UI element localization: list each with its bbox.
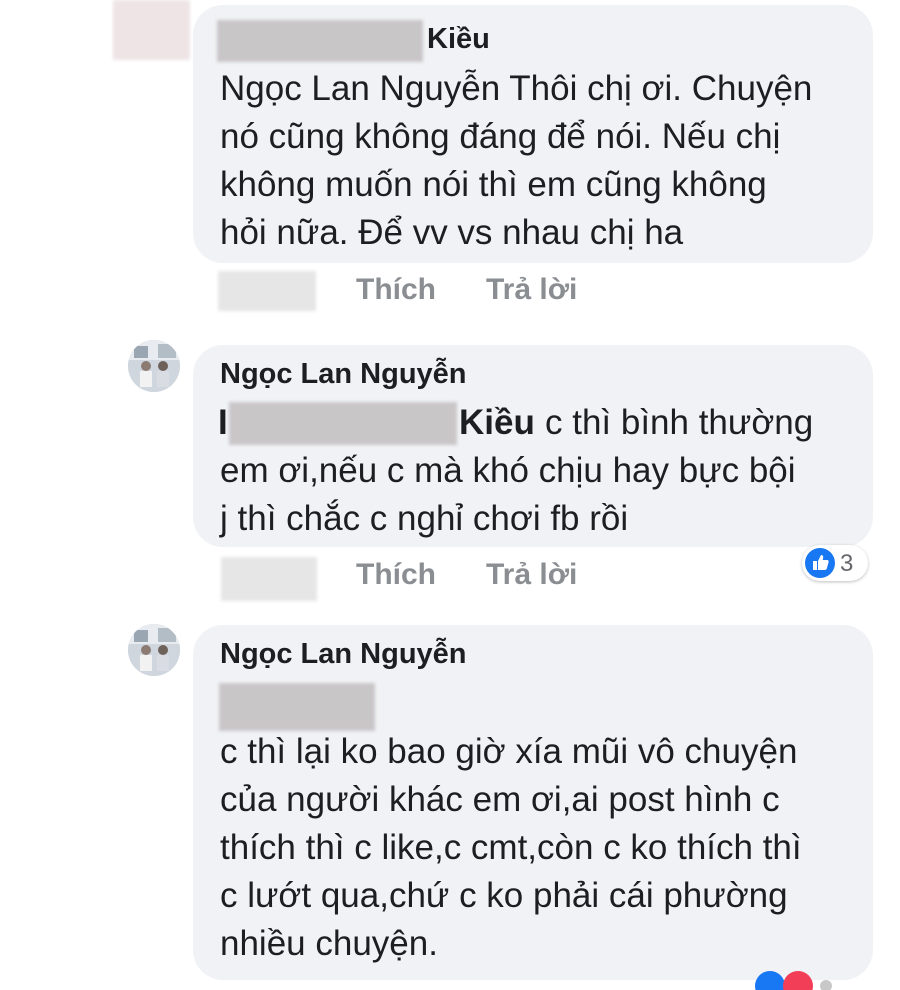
comment-text-line: nhiều chuyện.	[220, 924, 438, 963]
like-reaction-icon	[805, 548, 835, 578]
reply-link[interactable]: Trả lời	[486, 558, 577, 592]
blurred-avatar	[113, 0, 190, 60]
reaction-count: 3	[840, 550, 854, 577]
comment-text-line: Ngọc Lan Nguyễn Thôi chị ơi. Chuyện	[220, 69, 813, 108]
redacted-timestamp	[218, 271, 316, 311]
like-link[interactable]: Thích	[356, 273, 436, 307]
redacted-mention-name	[229, 402, 457, 445]
comment-text-line: không muốn nói thì em cũng không	[220, 165, 767, 204]
comment-author[interactable]: Ngọc Lan Nguyễn	[220, 638, 467, 671]
comment-text-line: hỏi nữa. Để vv vs nhau chị ha	[220, 213, 684, 252]
comment-text-line: em ơi,nếu c mà khó chịu hay bực bội	[220, 451, 796, 490]
comment-text-line: c thì lại ko bao giờ xía mũi vô chuyện	[220, 732, 798, 771]
comment-text-line: c thì bình thường	[545, 403, 814, 442]
comment-author-suffix: Kiều	[427, 23, 490, 55]
comment-bubble-1: Kiều Ngọc Lan Nguyễn Thôi chị ơi. Chuyện…	[193, 5, 873, 263]
like-link[interactable]: Thích	[356, 558, 436, 592]
mention-suffix[interactable]: Kiều	[459, 403, 535, 443]
avatar[interactable]	[128, 340, 180, 392]
comment-bubble-3: Ngọc Lan Nguyễn c thì lại ko bao giờ xía…	[193, 625, 873, 980]
redacted-mention-name	[219, 683, 375, 731]
mention-prefix[interactable]: I	[218, 403, 228, 443]
comment-author[interactable]: Ngọc Lan Nguyễn	[220, 358, 467, 391]
reaction-badge[interactable]: 3	[802, 545, 868, 581]
avatar[interactable]	[128, 624, 180, 676]
redacted-author-name	[217, 20, 423, 62]
reply-link[interactable]: Trả lời	[486, 273, 577, 307]
comment-text-line: thích thì c like,c cmt,còn c ko thích th…	[220, 828, 802, 867]
comment-bubble-2: Ngọc Lan Nguyễn I Kiều c thì bình thường…	[193, 345, 873, 547]
avatar-photo-icon	[128, 624, 180, 676]
like-love-reaction-icon	[755, 971, 832, 990]
redacted-timestamp	[221, 557, 317, 601]
avatar-photo-icon	[128, 340, 180, 392]
reaction-badge-partial[interactable]	[752, 968, 842, 990]
comment-text-line: nó cũng không đáng để nói. Nếu chị	[220, 117, 781, 156]
comment-text-line: của người khác em ơi,ai post hình c	[220, 780, 780, 819]
comment-text-line: j thì chắc c nghỉ chơi fb rồi	[220, 499, 629, 538]
comment-text-line: c lướt qua,chứ c ko phải cái phường	[220, 876, 788, 915]
